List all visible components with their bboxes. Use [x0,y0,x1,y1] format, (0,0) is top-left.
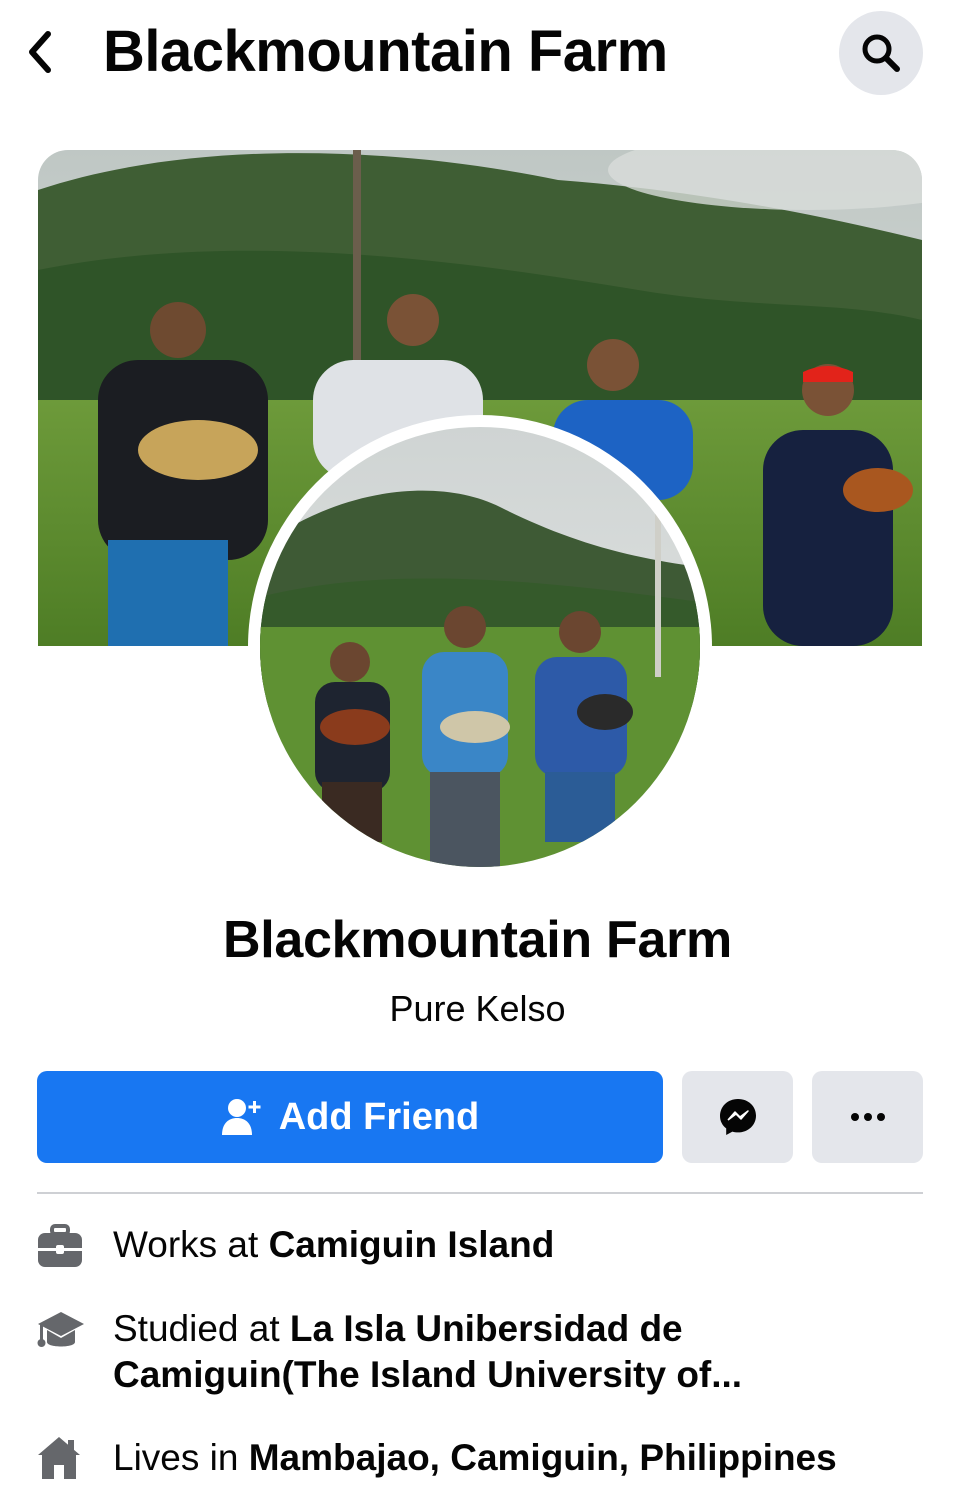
back-button[interactable] [22,28,62,76]
briefcase-icon [38,1224,82,1267]
work-info: Works at Camiguin Island [36,1222,936,1268]
chevron-left-icon [29,31,51,73]
education-info: Studied at La Isla Unibersidad de Camigui… [36,1306,936,1398]
add-friend-label: Add Friend [278,1095,480,1138]
profile-name: Blackmountain Farm [223,911,732,969]
education-text: Studied at La Isla Unibersidad de Camigui… [113,1306,913,1398]
house-icon [38,1437,80,1479]
profile-bio: Pure Kelso [389,988,566,1029]
page-title: Blackmountain Farm [103,19,668,84]
home-prefix: Lives in [113,1437,249,1478]
home-text: Lives in Mambajao, Camiguin, Philippines [113,1435,913,1481]
graduation-cap-icon [37,1312,84,1347]
top-bar: Blackmountain Farm [0,0,955,110]
more-horizontal-icon [850,1113,885,1121]
add-person-icon [221,1099,261,1135]
messenger-icon [719,1099,756,1135]
search-icon [862,34,900,72]
section-divider [37,1192,923,1194]
home-place-link[interactable]: Mambajao, Camiguin, Philippines [249,1437,837,1478]
work-prefix: Works at [113,1224,269,1265]
profile-photo[interactable] [260,427,700,867]
school-link-line2[interactable]: Camiguin(The Island University of... [113,1354,742,1395]
home-info: Lives in Mambajao, Camiguin, Philippines [36,1435,936,1481]
work-text: Works at Camiguin Island [113,1222,913,1268]
school-link-line1[interactable]: La Isla Unibersidad de [290,1308,683,1349]
education-prefix: Studied at [113,1308,290,1349]
more-options-button[interactable] [812,1071,923,1163]
work-place-link[interactable]: Camiguin Island [269,1224,555,1265]
search-button[interactable] [839,11,923,95]
message-button[interactable] [682,1071,793,1163]
add-friend-button[interactable]: Add Friend [37,1071,663,1163]
